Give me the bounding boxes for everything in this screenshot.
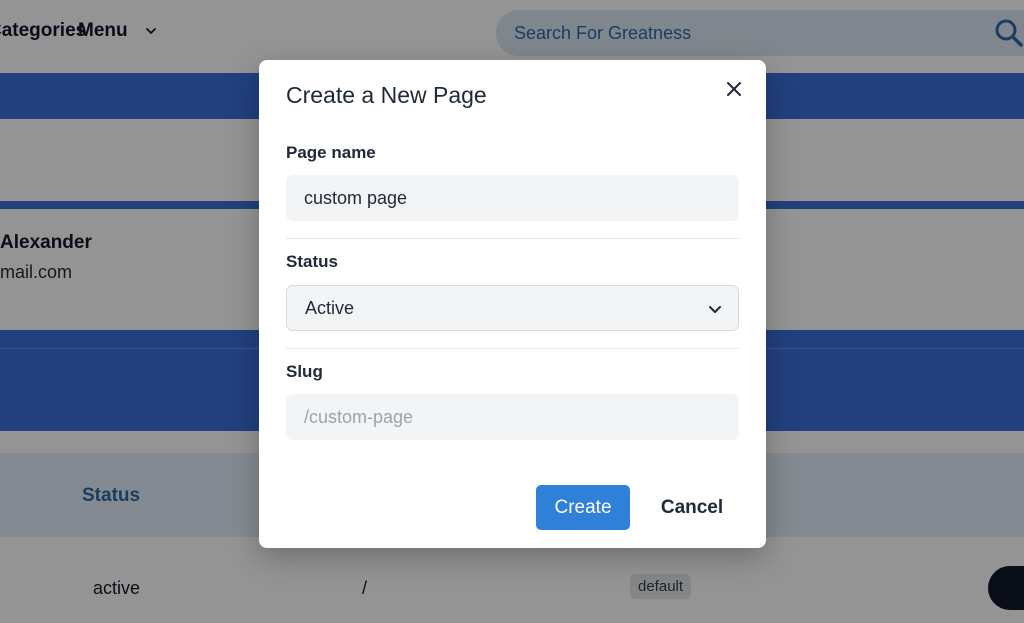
create-page-modal: Create a New Page Page name Status Activ… xyxy=(259,60,766,548)
close-button[interactable] xyxy=(721,76,747,102)
status-select-value: Active xyxy=(305,298,355,318)
chevron-down-icon xyxy=(709,306,721,313)
divider xyxy=(286,238,739,239)
page-name-label: Page name xyxy=(286,143,376,162)
page-name-input[interactable] xyxy=(286,175,739,221)
create-button[interactable]: Create xyxy=(536,485,630,530)
divider xyxy=(286,348,739,349)
modal-title: Create a New Page xyxy=(286,82,487,108)
slug-label: Slug xyxy=(286,362,323,381)
cancel-button[interactable]: Cancel xyxy=(652,485,732,530)
status-label: Status xyxy=(286,252,338,271)
close-icon xyxy=(727,82,741,96)
slug-input[interactable] xyxy=(286,394,739,440)
status-select[interactable]: Active xyxy=(286,285,739,331)
